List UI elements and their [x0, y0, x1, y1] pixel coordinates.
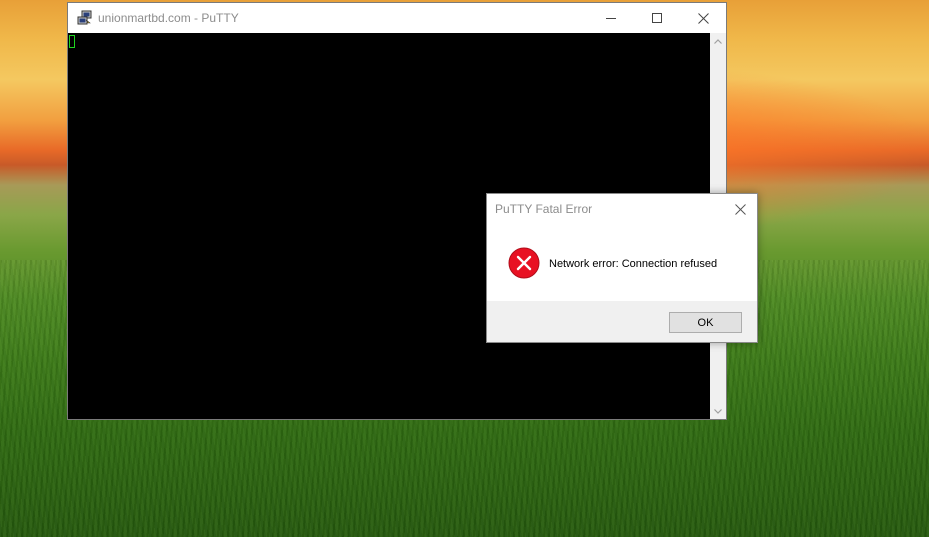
- scroll-down-button[interactable]: [710, 403, 726, 419]
- dialog-title: PuTTY Fatal Error: [495, 202, 593, 216]
- title-bar[interactable]: unionmartbd.com - PuTTY: [68, 3, 726, 33]
- minimize-icon: [606, 18, 616, 19]
- close-icon: [697, 12, 709, 24]
- error-message: Network error: Connection refused: [549, 258, 718, 270]
- dialog-close-button[interactable]: [727, 197, 753, 221]
- window-title: unionmartbd.com - PuTTY: [98, 11, 239, 25]
- minimize-button[interactable]: [588, 3, 634, 33]
- close-icon: [734, 203, 746, 215]
- chevron-down-icon: [714, 408, 722, 414]
- chevron-up-icon: [714, 38, 722, 44]
- putty-icon: [77, 10, 92, 25]
- terminal-cursor: [69, 35, 75, 48]
- dialog-footer: OK: [487, 301, 757, 342]
- ok-button[interactable]: OK: [669, 312, 742, 333]
- maximize-icon: [652, 13, 662, 23]
- maximize-button[interactable]: [634, 3, 680, 33]
- fatal-error-dialog[interactable]: PuTTY Fatal Error Network error: Connect…: [486, 193, 758, 343]
- close-button[interactable]: [680, 3, 726, 33]
- error-icon: [508, 247, 540, 279]
- scroll-up-button[interactable]: [710, 33, 726, 49]
